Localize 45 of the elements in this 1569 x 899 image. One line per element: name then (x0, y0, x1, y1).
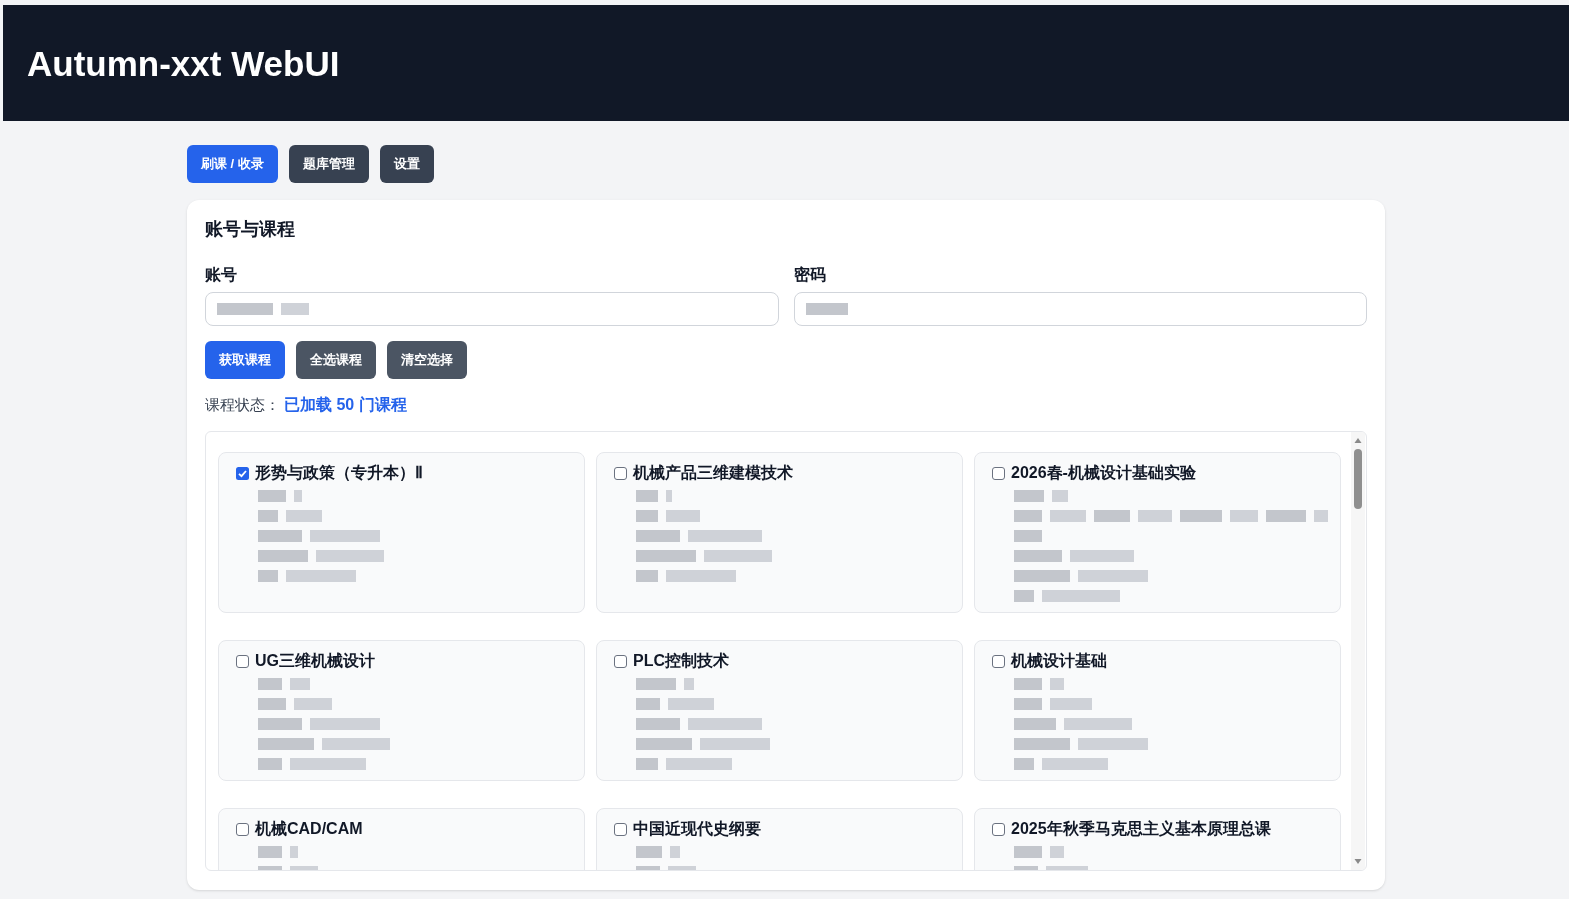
app-title: Autumn-xxt WebUI (27, 45, 340, 81)
course-card[interactable]: 2026春-机械设计基础实验 (974, 452, 1341, 613)
nav-tab[interactable]: 刷课 / 收录 (187, 145, 278, 183)
status-label: 课程状态： (205, 394, 280, 415)
input-field[interactable] (793, 292, 1367, 326)
course-card[interactable]: 中国近现代史纲要 (596, 808, 963, 870)
checkbox[interactable] (236, 466, 249, 480)
field-label: 账号 (205, 265, 238, 285)
checkbox[interactable] (614, 654, 627, 668)
course-card[interactable]: 机械产品三维建模技术 (596, 452, 963, 613)
course-card[interactable]: PLC控制技术 (596, 640, 963, 781)
course-title: 2025年秋季马克思主义基本原理总课 (1011, 819, 1271, 839)
course-title: 中国近现代史纲要 (633, 819, 761, 839)
course-card[interactable]: 2025年秋季马克思主义基本原理总课 (974, 808, 1341, 870)
scrollbar[interactable] (1351, 432, 1365, 870)
course-card[interactable]: UG三维机械设计 (218, 640, 585, 781)
action-button[interactable]: 获取课程 (205, 341, 285, 379)
course-title: 机械产品三维建模技术 (633, 463, 793, 483)
nav-tab[interactable]: 题库管理 (288, 145, 369, 183)
course-title: 形势与政策（专升本）Ⅱ (255, 463, 423, 483)
checkbox[interactable] (992, 466, 1005, 480)
checkbox[interactable] (236, 654, 249, 668)
course-title: UG三维机械设计 (255, 651, 375, 671)
field-label: 密码 (793, 265, 827, 285)
course-title: 机械CAD/CAM (255, 819, 363, 839)
status-value: 已加载 50 门课程 (284, 395, 407, 415)
blurred-text (258, 846, 318, 870)
blurred-text (805, 303, 848, 315)
course-card[interactable]: 机械CAD/CAM (218, 808, 585, 870)
nav-tab[interactable]: 设置 (379, 145, 434, 183)
action-button[interactable]: 全选课程 (296, 341, 376, 379)
course-card[interactable]: 形势与政策（专升本）Ⅱ (218, 452, 585, 613)
blurred-text (636, 846, 696, 870)
panel-title: 账号与课程 (205, 218, 296, 240)
checkbox[interactable] (992, 822, 1005, 836)
course-title: 2026春-机械设计基础实验 (1011, 463, 1196, 483)
checkbox[interactable] (614, 466, 627, 480)
action-button[interactable]: 清空选择 (387, 341, 467, 379)
course-title: PLC控制技术 (633, 651, 729, 671)
course-title: 机械设计基础 (1011, 651, 1107, 671)
checkbox[interactable] (236, 822, 249, 836)
checkbox[interactable] (614, 822, 627, 836)
input-field[interactable] (205, 292, 779, 326)
checkbox[interactable] (992, 654, 1005, 668)
course-card[interactable]: 机械设计基础 (974, 640, 1341, 781)
